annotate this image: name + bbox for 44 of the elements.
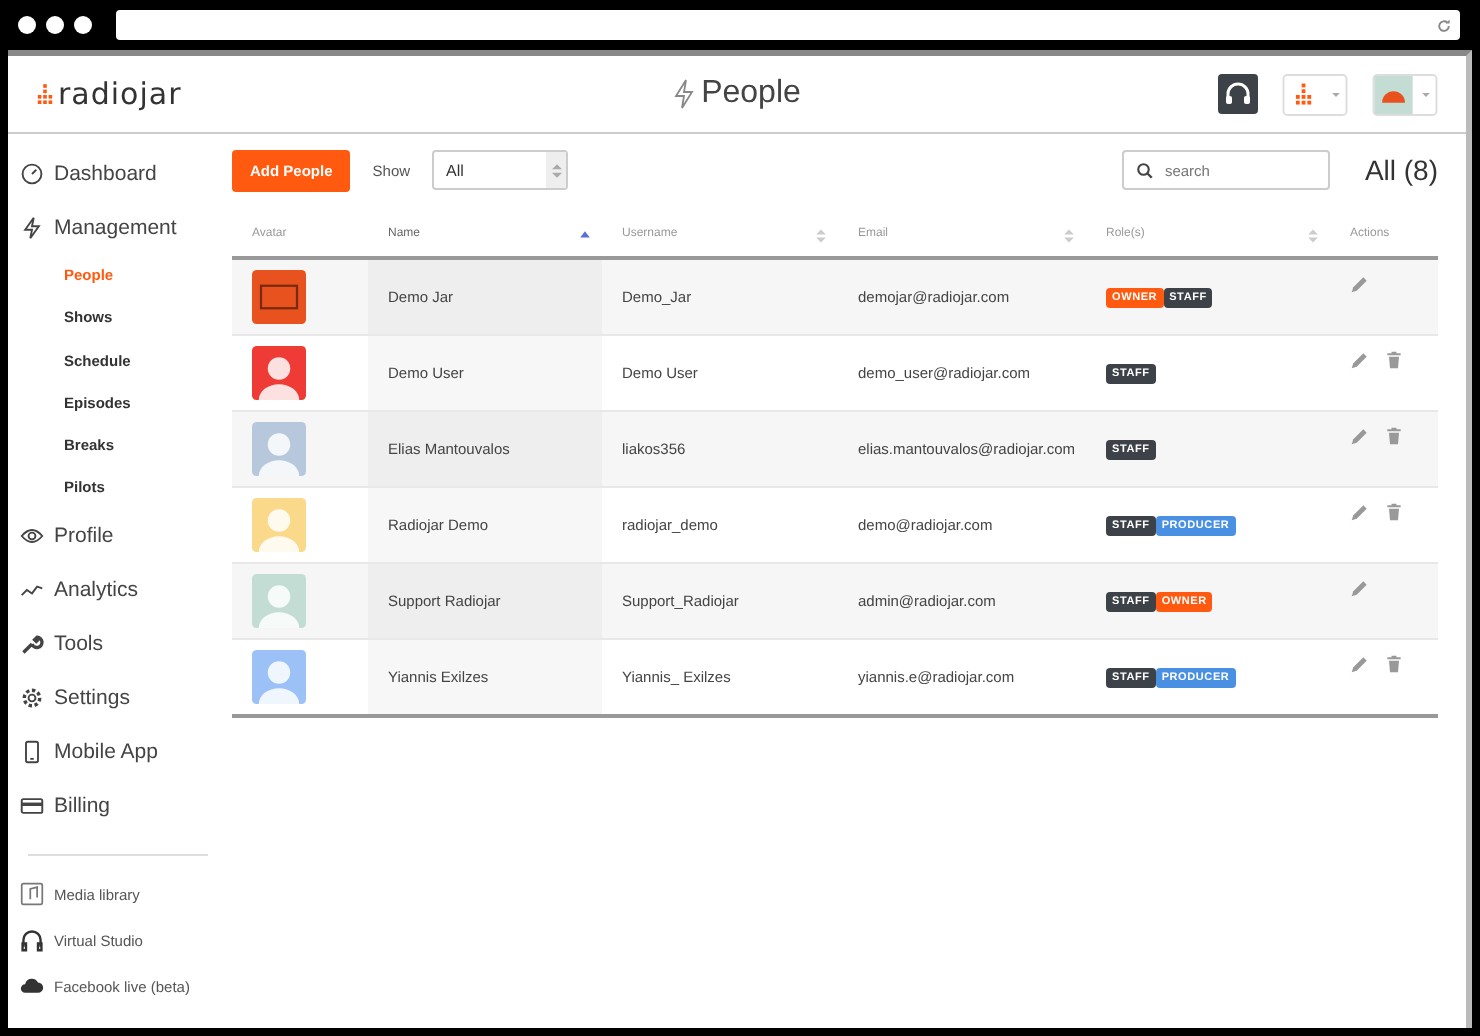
logo-wordmark[interactable]: radiojar [58, 76, 182, 112]
sidebar-item[interactable]: Mobile App [20, 725, 220, 780]
address-field[interactable] [116, 10, 1460, 40]
select-arrows-icon[interactable] [551, 161, 562, 179]
card-icon [20, 794, 44, 819]
station-dropdown[interactable] [1282, 73, 1348, 115]
sidebar-item[interactable]: Management [20, 200, 220, 254]
sidebar-item[interactable]: Tools [20, 617, 220, 672]
sort-ascending-icon[interactable] [580, 228, 590, 244]
pencil-icon[interactable] [1350, 501, 1370, 521]
phone-icon [20, 740, 44, 765]
music-icon [20, 882, 44, 907]
wrench-icon [20, 632, 44, 657]
gear-icon [20, 686, 44, 711]
headphones-icon [20, 928, 44, 953]
account-dropdown[interactable] [1372, 73, 1438, 115]
sidebar-item[interactable]: Profile [20, 509, 220, 564]
sort-icon[interactable] [1308, 228, 1318, 244]
page-title: People [701, 76, 801, 112]
people-count: All (8) [1364, 154, 1438, 186]
sort-icon[interactable] [816, 228, 826, 244]
gauge-icon [20, 161, 44, 185]
cloud-icon [20, 974, 44, 999]
trash-icon[interactable] [1384, 349, 1404, 369]
pencil-icon[interactable] [1350, 577, 1370, 597]
headphones-button[interactable] [1218, 74, 1258, 114]
eye-icon [20, 524, 44, 549]
sidebar-item[interactable]: Billing [20, 779, 220, 834]
bolt-icon [20, 215, 44, 239]
pencil-icon[interactable] [1350, 273, 1370, 293]
pencil-icon[interactable] [1350, 653, 1370, 673]
pencil-icon[interactable] [1350, 349, 1370, 369]
show-select[interactable]: All [432, 150, 569, 190]
sidebar-item[interactable]: Settings [20, 671, 220, 726]
sidebar-item[interactable]: Analytics [20, 563, 220, 618]
pencil-icon[interactable] [1350, 425, 1370, 445]
sidebar-item[interactable]: Dashboard [20, 146, 220, 200]
sort-icon[interactable] [1064, 228, 1074, 244]
lightning-icon [673, 78, 694, 110]
trash-icon[interactable] [1384, 653, 1404, 673]
trash-icon[interactable] [1384, 501, 1404, 521]
reload-icon[interactable] [1436, 17, 1452, 33]
logo-icon [36, 83, 54, 105]
trash-icon[interactable] [1384, 425, 1404, 445]
